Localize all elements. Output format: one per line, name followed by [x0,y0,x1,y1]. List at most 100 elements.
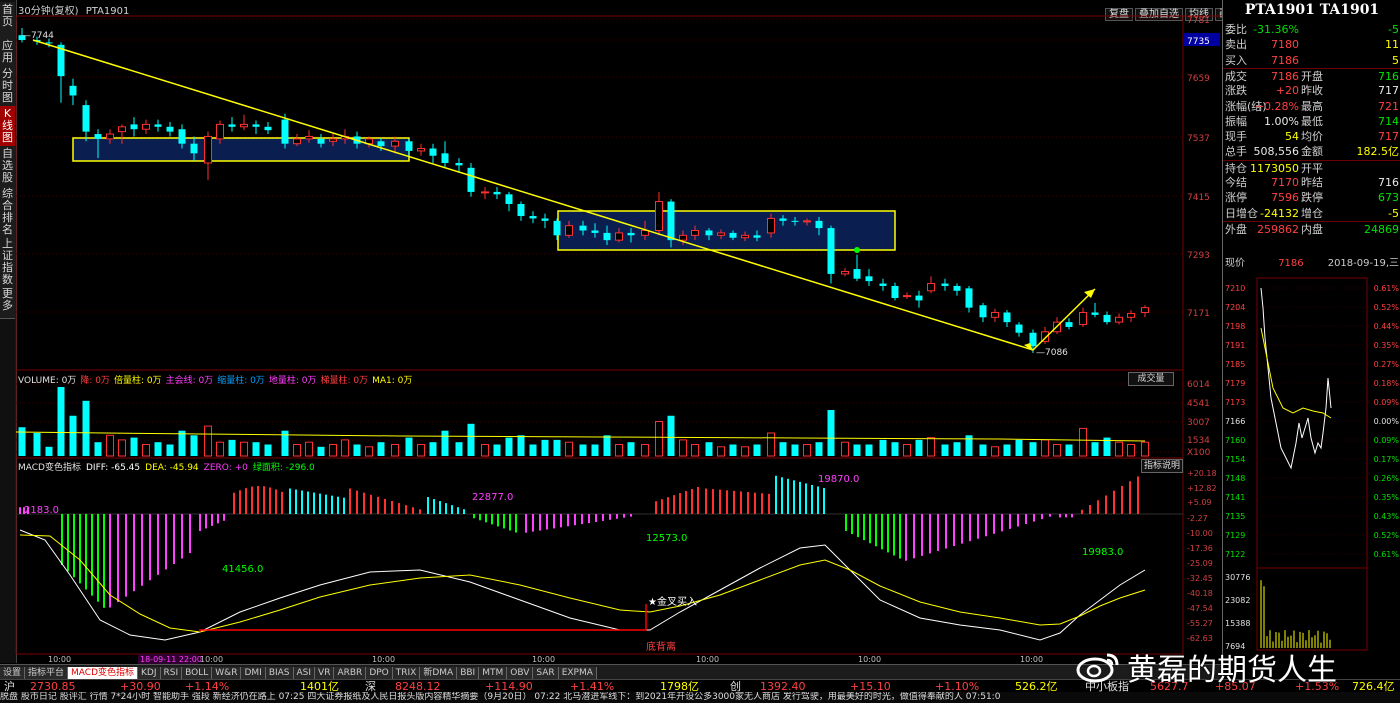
volume-legend-item: 主会线: 0万 [165,376,214,386]
quote-row: 外盘 259862 内盘 24869 [1223,220,1400,237]
mini-right-tick: 0.61% [1374,550,1400,559]
volume-bar-down [779,442,787,456]
macd-legend-item: DEA: -45.94 [145,463,199,473]
candle-body-up [204,135,212,164]
volume-bar-up [641,444,649,457]
volume-indicator-button[interactable]: 成交量 [1128,372,1174,386]
quote-row: 今结 7170 昨结 716 [1223,175,1400,190]
quote-label-2: 内盘 [1301,222,1323,236]
volume-bar-up [615,444,623,457]
candle-body-down [865,276,873,282]
candle-body-down [455,162,463,166]
candle-body-up [565,225,573,236]
volume-tick: 3007 [1187,418,1210,428]
quote-title: PTA1901 TA1901 [1244,2,1380,18]
indicator-tab-18[interactable]: SAR [533,667,559,679]
indicator-tab-7[interactable]: DMI [241,667,266,679]
indicator-tab-0[interactable]: 设置 [0,667,26,679]
quote-label: 委比 [1225,23,1247,36]
quote-row: 成交 7186 开盘 716 [1223,67,1400,84]
quote-label: 买入 [1225,53,1247,67]
mini-right-tick: 0.44% [1374,322,1400,331]
indicator-tab-11[interactable]: ARBR [334,667,367,679]
volume-bar-down [1091,442,1099,456]
candle-body-down [94,134,102,139]
volume-bar-up [118,439,126,457]
kline-chart-area: 778177357659753774157293717110:00 18-09-1… [15,15,1221,664]
indicator-help-button[interactable]: 指标说明 [1141,459,1183,473]
candle-body-up [615,232,623,241]
indicator-tab-13[interactable]: TRIX [392,667,421,679]
macd-tick: -17.36 [1187,544,1213,553]
volume-bar-down [178,430,186,456]
indicator-tab-3[interactable]: KDJ [138,667,161,679]
weibo-icon [1076,653,1119,683]
candle-body-down [891,285,899,299]
candle-body-down [493,191,501,195]
indicator-tab-12[interactable]: DPO [366,667,393,679]
indicator-tab-5[interactable]: BOLL [182,667,213,679]
mini-left-tick: 7154 [1225,455,1245,464]
candle-body-up [305,135,313,140]
quote-row: 涨停 7596 跌停 673 [1223,190,1400,205]
indicator-tab-4[interactable]: RSI [160,667,183,679]
indicator-tab-2[interactable]: MACD变色指标 [68,667,139,679]
candle-body-down [1065,322,1073,327]
volume-bar-up [341,439,349,457]
macd-tick: -62.63 [1187,634,1213,643]
intraday-mini-chart: 7210 0.61% 7204 0.52% 7198 0.44% 7191 0.35% 7185… [1225,277,1400,651]
indicator-tab-14[interactable]: 新DMA [420,667,458,679]
indicator-tab-15[interactable]: BBI [457,667,480,679]
macd-legend: MACD变色指标 DIFF: -65.45 DEA: -45.94 ZERO: +0 绿… [18,460,320,473]
volume-legend-item: 降: 0万 [80,376,110,386]
indicator-tab-8[interactable]: BIAS [265,667,294,679]
time-label: 10:00 [48,655,71,664]
volume-bar-up [293,444,301,457]
indicator-tab-1[interactable]: 指标平台 [25,667,69,679]
mini-right-tick: 0.27% [1374,360,1400,369]
volume-bar-down [33,433,41,456]
candle-body-up [106,133,114,140]
volume-bar-up [1041,439,1049,457]
indicator-tab-19[interactable]: EXPMA [558,667,597,679]
quote-label: 现手 [1225,130,1247,144]
quote-row: 日增仓 -24132 增仓 -5 [1223,206,1400,221]
volume-bar-down [130,437,138,456]
mini-right-tick: 0.35% [1374,341,1400,350]
volume-bar-down [317,446,325,456]
volume-bar-up [1079,427,1087,457]
quote-row: 振幅 1.00% 最低 714 [1223,114,1400,129]
mini-left-tick: 7129 [1225,531,1245,540]
candle-body-down [441,153,449,163]
time-label: 10:00 [200,655,223,664]
indicator-tab-6[interactable]: W&R [212,667,242,679]
volume-bar-down [517,435,525,456]
price-tick: 7171 [1187,309,1210,319]
volume-bar-up [365,446,373,457]
quote-value: 7180 [1271,38,1299,52]
volume-legend-item: 缩量柱: 0万 [217,376,265,386]
candle-body-down [1029,332,1037,347]
volume-bar-down [1015,439,1023,456]
volume-bar-down [57,387,65,456]
volume-bar-down [941,444,949,456]
indicator-tab-10[interactable]: VR [315,667,335,679]
time-label: 10:00 [532,655,555,664]
candle-body-down [853,269,861,279]
candle-body-down [517,203,525,217]
volume-bar-up [741,446,749,457]
candle-body-up [655,201,663,231]
quote-value: +20 [1275,84,1299,98]
indicator-tab-16[interactable]: MTM [479,667,508,679]
mini-right-tick: 0.35% [1374,493,1400,502]
indicator-tab-17[interactable]: OBV [507,667,534,679]
macd-legend-item: MACD变色指标 [18,463,81,473]
quote-value-2: -5 [1388,23,1399,36]
candle-body-down [541,218,549,221]
candle-body-down [627,232,635,236]
indicator-tab-9[interactable]: ASI [293,667,316,679]
quote-value: 508,556 [1253,145,1300,159]
macd-annotation: 19870.0 [818,474,859,485]
mini-vol-tick: 30776 [1225,573,1250,582]
candle-body-down [779,218,787,221]
